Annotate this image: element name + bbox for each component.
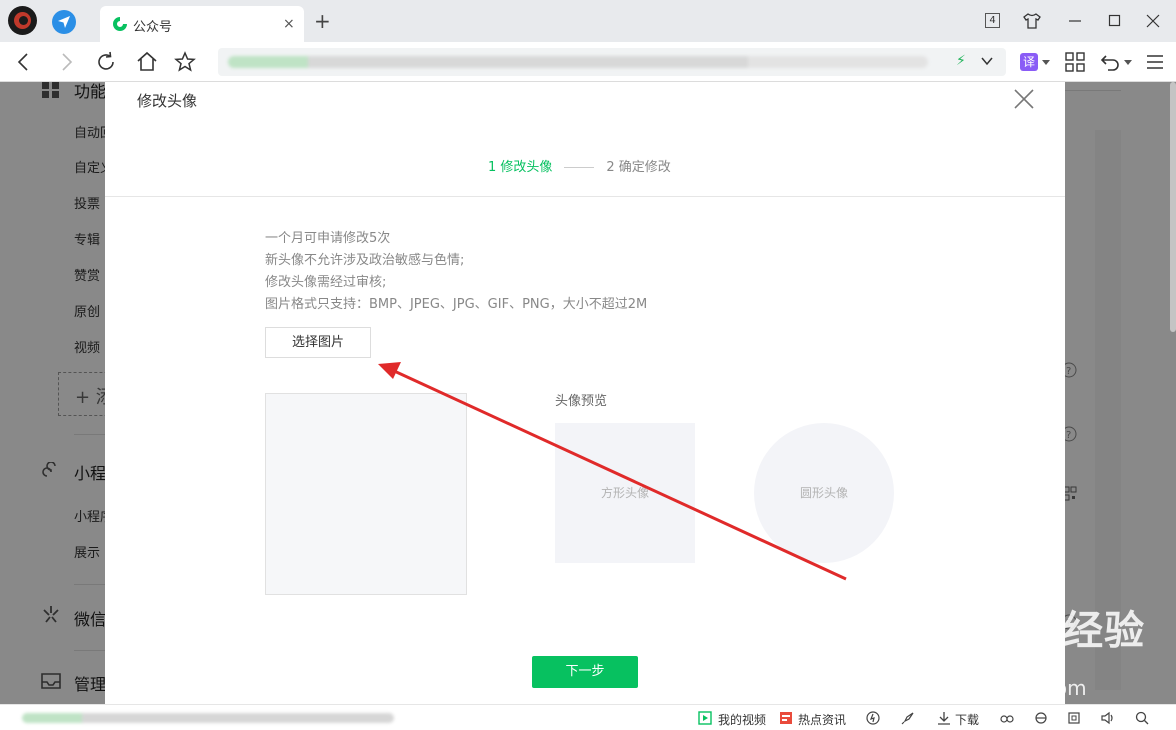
dialog-title: 修改头像 — [137, 92, 198, 110]
tab-title: 公众号 — [133, 20, 173, 35]
next-step-button[interactable]: 下一步 — [532, 656, 638, 688]
maximize-icon[interactable] — [1108, 14, 1122, 28]
dialog-divider — [105, 196, 1065, 197]
tip-line: 修改头像需经过审核; — [265, 275, 387, 290]
baidu-jingyan-watermark-logo: Bai du 经验 — [900, 608, 1146, 654]
tab-close-icon[interactable]: × — [283, 15, 295, 33]
back-icon[interactable] — [12, 50, 36, 74]
ie-compat-icon[interactable] — [1034, 711, 1048, 725]
tip-line: 图片格式只支持：BMP、JPEG、JPG、GIF、PNG，大小不超过2M — [265, 297, 648, 312]
home-icon[interactable] — [135, 50, 159, 74]
menu-hamburger-icon[interactable] — [1143, 50, 1167, 74]
my-video-link[interactable]: 我的视频 — [718, 711, 766, 728]
undo-icon[interactable] — [1098, 50, 1122, 74]
favorite-star-icon[interactable] — [173, 50, 197, 74]
skin-shirt-icon[interactable] — [1020, 12, 1044, 30]
step-connector — [564, 167, 595, 168]
status-url-blurred — [22, 713, 394, 723]
tab-count-badge[interactable]: 4 — [985, 13, 1000, 28]
download-icon[interactable] — [937, 711, 951, 725]
avatar-preview-label: 头像预览 — [555, 394, 608, 409]
window-close-icon[interactable] — [1146, 14, 1160, 28]
accelerate-icon[interactable] — [866, 711, 880, 725]
upload-requirements: 一个月可申请修改5次 新头像不允许涉及政治敏感与色情; 修改头像需经过审核; 图… — [265, 228, 647, 316]
translate-dropdown-icon[interactable] — [1042, 60, 1050, 66]
download-link[interactable]: 下载 — [955, 711, 979, 728]
hot-news-link[interactable]: 热点资讯 — [798, 711, 846, 728]
wechat-official-account-icon — [113, 17, 127, 31]
circle-avatar-preview: 圆形头像 — [754, 423, 894, 563]
speed-mode-bolt-icon[interactable]: ⚡ — [956, 53, 966, 69]
browser-toolbar: ⚡ 译 — [0, 42, 1176, 82]
tip-line: 一个月可申请修改5次 — [265, 231, 391, 246]
step-2-label: 2 确定修改 — [606, 160, 671, 175]
new-tab-button[interactable]: + — [314, 10, 331, 32]
volume-icon[interactable] — [1100, 711, 1114, 725]
refresh-icon[interactable] — [94, 50, 118, 74]
image-crop-area[interactable] — [265, 393, 467, 595]
baidu-jingyan-watermark-domain: jingyan.baidu.com — [902, 676, 1087, 700]
browser-tab-active[interactable]: 公众号 × — [100, 6, 304, 42]
undo-dropdown-icon[interactable] — [1124, 60, 1132, 66]
navigation-plane-icon[interactable] — [52, 10, 76, 34]
page-scrollbar[interactable] — [1170, 82, 1176, 332]
window-view-icon[interactable] — [1067, 711, 1081, 725]
translate-icon[interactable]: 译 — [1020, 53, 1038, 71]
hot-news-icon[interactable] — [779, 711, 793, 725]
forward-icon[interactable] — [54, 50, 78, 74]
tip-line: 新头像不允许涉及政治敏感与色情; — [265, 253, 465, 268]
choose-image-button[interactable]: 选择图片 — [265, 327, 371, 358]
glasses-icon[interactable] — [1000, 711, 1014, 725]
step-indicator: 1 修改头像 2 确定修改 — [488, 156, 671, 175]
browser-status-bar: 我的视频 热点资讯 下载 — [0, 704, 1176, 730]
square-avatar-preview: 方形头像 — [555, 423, 695, 563]
browser-logo-icon[interactable] — [8, 6, 37, 35]
chevron-down-icon[interactable] — [980, 54, 994, 68]
minimize-icon[interactable] — [1068, 14, 1082, 28]
browser-tab-bar: 公众号 × + 4 — [0, 0, 1176, 42]
address-bar[interactable]: ⚡ — [218, 48, 1006, 76]
zoom-search-icon[interactable] — [1135, 711, 1149, 725]
address-url-blurred[interactable] — [228, 56, 928, 68]
apps-grid-icon[interactable] — [1063, 50, 1087, 74]
rocket-icon[interactable] — [901, 711, 915, 725]
step-1-label: 1 修改头像 — [488, 160, 553, 175]
dialog-close-icon[interactable] — [1013, 88, 1035, 110]
video-play-icon[interactable] — [698, 711, 712, 725]
